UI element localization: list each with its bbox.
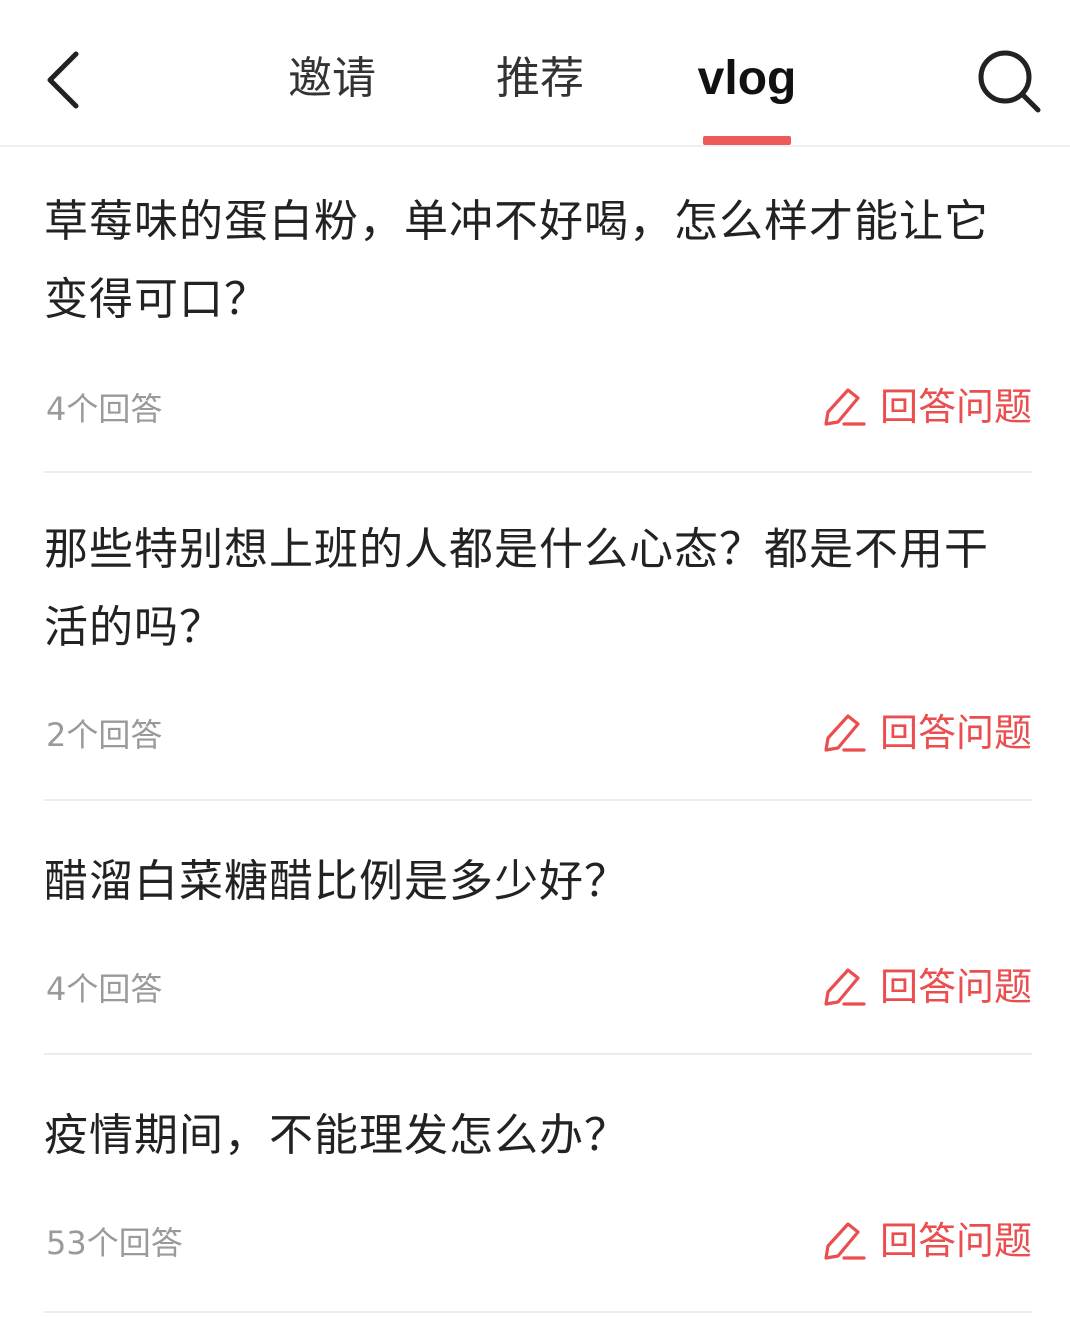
pencil-icon [824, 714, 866, 752]
answer-count: 4个回答 [46, 390, 163, 428]
question-title[interactable]: 草莓味的蛋白粉，单冲不好喝，怎么样才能让它变得可口？ [44, 147, 1032, 339]
question-meta: 4个回答 回答问题 [44, 379, 1032, 439]
answer-count: 2个回答 [46, 716, 163, 754]
tab-invite[interactable]: 邀请 [282, 48, 382, 114]
list-item[interactable]: 疫情期间，不能理发怎么办？ 53个回答 回答问题 [44, 1055, 1032, 1313]
answer-question-button[interactable]: 回答问题 [820, 959, 1032, 1015]
question-list: 草莓味的蛋白粉，单冲不好喝，怎么样才能让它变得可口？ 4个回答 回答问题 那些特… [0, 147, 1070, 1313]
answer-question-label: 回答问题 [879, 711, 1032, 755]
pencil-icon [824, 388, 866, 426]
answer-question-button[interactable]: 回答问题 [820, 379, 1032, 435]
tab-recommend[interactable]: 推荐 [490, 48, 590, 114]
active-tab-indicator [703, 136, 791, 145]
answer-question-button[interactable]: 回答问题 [820, 705, 1032, 761]
question-meta: 4个回答 回答问题 [44, 959, 1032, 1019]
answer-question-label: 回答问题 [879, 385, 1032, 429]
tab-vlog[interactable]: vlog [694, 48, 800, 114]
question-title[interactable]: 那些特别想上班的人都是什么心态？都是不用干活的吗？ [44, 473, 1032, 667]
question-title[interactable]: 醋溜白菜糖醋比例是多少好？ [44, 801, 1032, 921]
question-meta: 2个回答 回答问题 [44, 705, 1032, 765]
back-icon[interactable] [40, 48, 88, 112]
search-icon[interactable] [976, 48, 1042, 114]
answer-question-label: 回答问题 [879, 965, 1032, 1009]
list-item[interactable]: 醋溜白菜糖醋比例是多少好？ 4个回答 回答问题 [44, 801, 1032, 1055]
answer-count: 4个回答 [46, 970, 163, 1008]
pencil-icon [824, 1222, 866, 1260]
answer-question-label: 回答问题 [879, 1219, 1032, 1263]
answer-question-button[interactable]: 回答问题 [820, 1213, 1032, 1269]
question-title[interactable]: 疫情期间，不能理发怎么办？ [44, 1055, 1032, 1175]
answer-count: 53个回答 [46, 1224, 183, 1262]
pencil-icon [824, 968, 866, 1006]
top-nav-bar: 邀请 推荐 vlog [0, 0, 1070, 147]
list-item[interactable]: 草莓味的蛋白粉，单冲不好喝，怎么样才能让它变得可口？ 4个回答 回答问题 [44, 147, 1032, 473]
list-item[interactable]: 那些特别想上班的人都是什么心态？都是不用干活的吗？ 2个回答 回答问题 [44, 473, 1032, 801]
question-meta: 53个回答 回答问题 [44, 1213, 1032, 1273]
